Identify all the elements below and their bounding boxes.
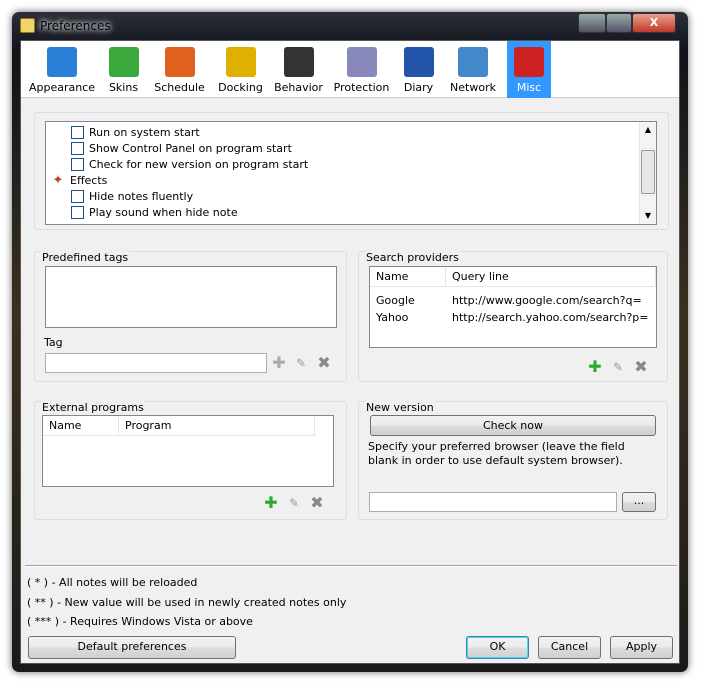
close-button[interactable]: X — [632, 13, 676, 33]
toolbar: Appearance Skins Schedule Docking Behavior Pr… — [21, 41, 679, 98]
checkbox-label: Show Control Panel on program start — [89, 142, 292, 155]
magic-wand-icon: ✦ — [52, 173, 64, 188]
edit-icon[interactable]: ✎ — [286, 495, 302, 511]
tag-input[interactable] — [45, 353, 267, 373]
tag-label: Tag — [44, 336, 63, 349]
column-header[interactable]: Name — [370, 267, 446, 287]
maximize-button[interactable] — [606, 13, 632, 33]
search-providers-table: Name Query line Google http://www.google.… — [369, 266, 657, 348]
checklist-icon — [514, 47, 544, 77]
note-text: ( ** ) - New value will be used in newly… — [27, 596, 347, 609]
tags-list[interactable] — [45, 266, 337, 328]
option-checkbox-row[interactable]: Play sound when hide note — [71, 205, 471, 220]
computer-icon — [283, 47, 314, 77]
appearance-icon — [47, 47, 77, 77]
edit-icon[interactable]: ✎ — [610, 359, 626, 375]
option-checkbox-row[interactable]: Run on system start — [71, 125, 471, 140]
group-title: Search providers — [365, 251, 460, 264]
default-preferences-button[interactable]: Default preferences — [28, 636, 236, 659]
table-row[interactable]: Google http://www.google.com/search?q= — [376, 294, 642, 307]
note-text: ( * ) - All notes will be reloaded — [27, 576, 198, 589]
tab-diary[interactable]: Diary — [396, 41, 441, 98]
options-group: ▲ ▼ Run on system start Show Control Pane… — [34, 112, 669, 230]
scroll-up-arrow-icon[interactable]: ▲ — [640, 122, 656, 138]
delete-icon[interactable]: ✖ — [316, 355, 332, 371]
tab-label: Network — [450, 81, 496, 94]
tab-network[interactable]: Network — [444, 41, 502, 98]
checkbox[interactable] — [71, 206, 84, 219]
tab-misc[interactable]: Misc — [507, 41, 551, 98]
group-title: Predefined tags — [41, 251, 130, 264]
add-icon[interactable]: ✚ — [271, 355, 287, 371]
checkbox[interactable] — [71, 190, 84, 203]
browser-path-input[interactable] — [369, 492, 617, 512]
tab-label: Misc — [516, 81, 542, 94]
tab-label: Behavior — [274, 81, 323, 94]
checkbox[interactable] — [71, 158, 84, 171]
calendar-icon — [164, 47, 195, 77]
tab-label: Diary — [403, 81, 434, 94]
new-version-group: New version Check now Specify your prefe… — [358, 401, 668, 520]
browse-button[interactable]: ... — [622, 492, 656, 512]
cancel-button[interactable]: Cancel — [538, 636, 601, 659]
column-header[interactable]: Query line — [446, 267, 656, 287]
puzzle-icon — [108, 47, 139, 77]
note-text: ( *** ) - Requires Windows Vista or abov… — [27, 615, 253, 628]
tab-label: Protection — [333, 81, 390, 94]
predefined-tags-group: Predefined tags Tag ✚ ✎ ✖ — [34, 251, 347, 382]
tab-label: Appearance — [28, 81, 96, 94]
group-title: New version — [365, 401, 435, 414]
apply-button[interactable]: Apply — [610, 636, 673, 659]
check-now-button[interactable]: Check now — [370, 415, 656, 436]
ok-button[interactable]: OK — [466, 636, 529, 659]
options-list: ▲ ▼ Run on system start Show Control Pane… — [45, 121, 657, 225]
checkbox-label: Play sound when hide note — [89, 206, 238, 219]
external-programs-group: External programs Name Program ✚ ✎ ✖ — [34, 401, 347, 520]
option-checkbox-row[interactable]: Check for new version on program start — [71, 157, 471, 172]
external-programs-table: Name Program — [42, 415, 334, 487]
book-icon — [403, 47, 434, 77]
checkbox-label: Hide notes fluently — [89, 190, 194, 203]
delete-icon[interactable]: ✖ — [633, 359, 649, 375]
edit-icon[interactable]: ✎ — [293, 355, 309, 371]
scroll-thumb[interactable] — [641, 150, 655, 194]
tab-protection[interactable]: Protection — [329, 41, 394, 98]
group-label: Effects — [70, 174, 108, 187]
tab-skins[interactable]: Skins — [101, 41, 146, 98]
add-icon[interactable]: ✚ — [263, 495, 279, 511]
tab-appearance[interactable]: Appearance — [26, 41, 98, 98]
scrollbar[interactable]: ▲ ▼ — [639, 122, 656, 224]
tab-label: Schedule — [154, 81, 205, 94]
option-checkbox-row[interactable]: Show Control Panel on program start — [71, 141, 471, 156]
tab-behavior[interactable]: Behavior — [271, 41, 326, 98]
client-area: Appearance Skins Schedule Docking Behavior Pr… — [20, 40, 680, 664]
checkbox-label: Run on system start — [89, 126, 200, 139]
browser-description: Specify your preferred browser (leave th… — [368, 440, 625, 467]
scroll-down-arrow-icon[interactable]: ▼ — [640, 208, 656, 224]
column-header[interactable]: Name — [43, 416, 119, 436]
delete-icon[interactable]: ✖ — [309, 495, 325, 511]
checkbox-label: Check for new version on program start — [89, 158, 309, 171]
checkbox[interactable] — [71, 126, 84, 139]
table-row[interactable]: Yahoo http://search.yahoo.com/search?p= — [376, 311, 649, 324]
search-providers-group: Search providers Name Query line Google h… — [358, 251, 668, 382]
tab-schedule[interactable]: Schedule — [151, 41, 208, 98]
separator — [25, 565, 677, 567]
docking-icon — [225, 47, 256, 77]
shield-icon — [346, 47, 377, 77]
tab-label: Skins — [108, 81, 139, 94]
app-icon — [20, 18, 35, 33]
window-title: Preferences — [40, 19, 111, 33]
network-icon — [458, 47, 488, 77]
tab-label: Docking — [218, 81, 263, 94]
minimize-button[interactable] — [578, 13, 606, 33]
checkbox[interactable] — [71, 142, 84, 155]
tab-docking[interactable]: Docking — [213, 41, 268, 98]
column-header[interactable]: Program — [119, 416, 315, 436]
group-title: External programs — [41, 401, 145, 414]
option-checkbox-row[interactable]: Hide notes fluently — [71, 189, 471, 204]
add-icon[interactable]: ✚ — [587, 359, 603, 375]
